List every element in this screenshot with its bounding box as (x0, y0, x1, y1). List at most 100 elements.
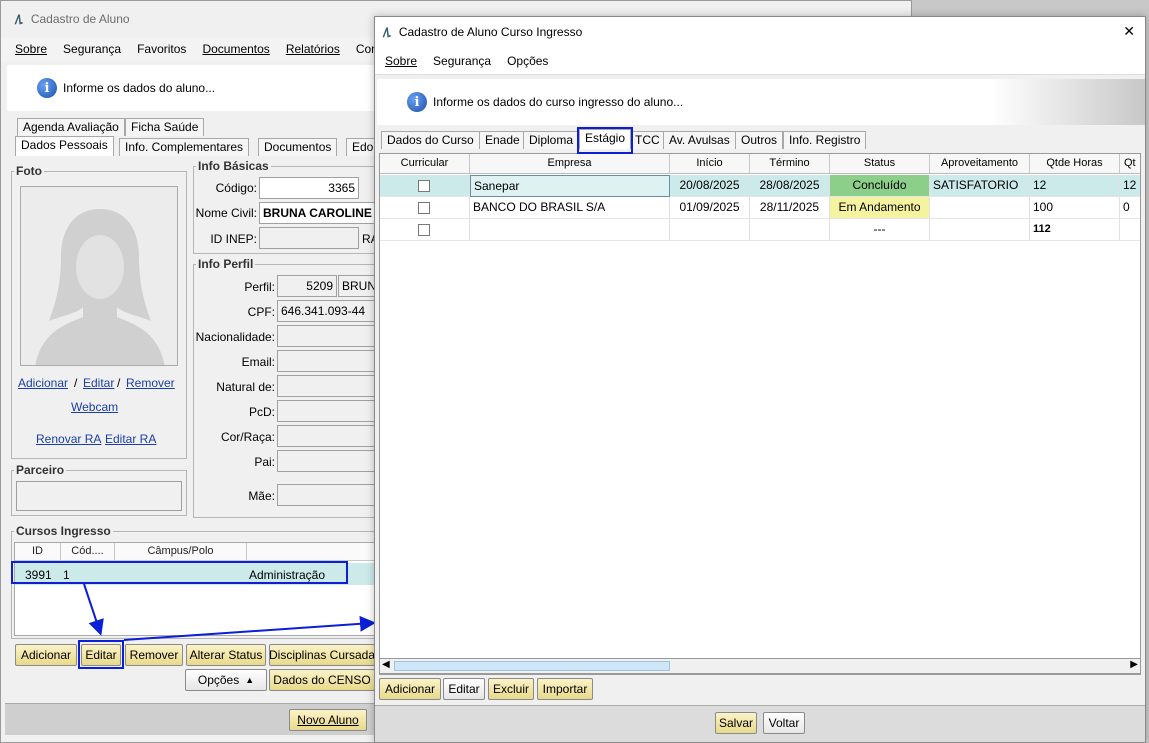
tab-tcc[interactable]: TCC (629, 131, 666, 149)
tab-outros[interactable]: Outros (735, 131, 784, 149)
menu-sobre[interactable]: Sobre (7, 42, 55, 56)
cursos-header-curso[interactable] (247, 543, 383, 561)
header-curricular[interactable]: Curricular (380, 154, 470, 174)
alterar-status-button[interactable]: Alterar Status (186, 644, 266, 666)
row1-empresa[interactable]: Sanepar (470, 175, 670, 197)
menu-seguranca[interactable]: Segurança (55, 42, 129, 56)
novo-aluno-button[interactable]: Novo Aluno (289, 709, 367, 731)
row3-termino (750, 219, 830, 241)
edit-ra-link[interactable]: Editar RA (105, 432, 156, 446)
parceiro-field[interactable] (16, 481, 182, 511)
opcoes-button[interactable]: Opções ▲ (185, 669, 267, 691)
header-aproveitamento[interactable]: Aproveitamento (930, 154, 1030, 174)
row1-curricular-cell (380, 175, 470, 197)
header-empresa[interactable]: Empresa (470, 154, 670, 174)
pcd-field[interactable] (277, 400, 379, 422)
cursos-header-id[interactable]: ID (15, 543, 61, 561)
cursos-ingresso-group: Cursos Ingresso ID Cód.... Câmpus/Polo 3… (11, 524, 384, 639)
codigo-field[interactable]: 3365 (259, 177, 359, 199)
tab-av-avulsas[interactable]: Av. Avulsas (663, 131, 736, 149)
id-inep-field[interactable] (259, 227, 359, 249)
tab-diploma[interactable]: Diploma (523, 131, 580, 149)
scroll-left-icon[interactable]: ◀ (382, 659, 390, 670)
mae-field[interactable] (277, 484, 379, 506)
table-row[interactable]: BANCO DO BRASIL S/A 01/09/2025 28/11/202… (380, 197, 1140, 219)
table-row[interactable]: Sanepar 20/08/2025 28/08/2025 Concluído … (380, 175, 1140, 197)
row3-aproveitamento (930, 219, 1030, 241)
natural-field[interactable] (277, 375, 379, 397)
front-menu-sobre[interactable]: Sobre (377, 54, 425, 68)
photo-link-separator-2: / (117, 376, 121, 390)
cor-raca-field[interactable] (277, 425, 379, 447)
tab-ficha-saude[interactable]: Ficha Saúde (125, 118, 205, 136)
main-info-bar: i Informe os dados do aluno... (7, 65, 377, 111)
tab-info-complementares[interactable]: Info. Complementares (119, 138, 250, 156)
front-menu-seguranca[interactable]: Segurança (425, 54, 499, 68)
pai-field[interactable] (277, 450, 379, 472)
front-menu-opcoes[interactable]: Opções (499, 54, 556, 68)
row3-qt (1120, 219, 1140, 241)
row3-curricular-checkbox[interactable] (418, 224, 430, 236)
photo-placeholder[interactable] (20, 186, 178, 366)
header-qtde-horas[interactable]: Qtde Horas (1030, 154, 1120, 174)
photo-link-separator: / (74, 376, 78, 390)
front-menubar: Sobre Segurança Opções (375, 47, 1145, 75)
menu-documentos[interactable]: Documentos (194, 42, 277, 56)
row2-aproveitamento (930, 197, 1030, 219)
tab-enade[interactable]: Enade (479, 131, 526, 149)
estagio-delete-button[interactable]: Excluir (488, 678, 534, 700)
edit-photo-link[interactable]: Editar (83, 376, 114, 390)
cursos-ingresso-title: Cursos Ingresso (14, 524, 113, 538)
info-icon: i (37, 78, 57, 98)
nacionalidade-field[interactable] (277, 325, 379, 347)
back-button[interactable]: Voltar (763, 712, 805, 734)
app-logo-icon: /\. (15, 11, 24, 27)
row2-curricular-checkbox[interactable] (418, 202, 430, 214)
scroll-right-icon[interactable]: ▶ (1130, 659, 1138, 670)
nome-civil-field[interactable]: BRUNA CAROLINE A (259, 202, 379, 224)
row2-empresa[interactable]: BANCO DO BRASIL S/A (470, 197, 670, 219)
horizontal-scrollbar[interactable]: ◀ ▶ (379, 658, 1141, 674)
tab-agenda-avaliacao[interactable]: Agenda Avaliação (17, 118, 125, 136)
cursos-header-cod[interactable]: Cód.... (61, 543, 115, 561)
header-termino[interactable]: Término (750, 154, 830, 174)
remove-photo-link[interactable]: Remover (126, 376, 175, 390)
scrollbar-thumb[interactable] (394, 661, 670, 671)
menu-relatorios[interactable]: Relatórios (278, 42, 348, 56)
front-info-text: Informe os dados do curso ingresso do al… (433, 95, 684, 109)
row1-horas: 12 (1030, 175, 1120, 197)
estagio-import-button[interactable]: Importar (537, 678, 593, 700)
header-qt[interactable]: Qt (1120, 154, 1140, 174)
tab-info-registro[interactable]: Info. Registro (783, 131, 867, 149)
main-window-title: Cadastro de Aluno (30, 12, 130, 26)
row1-qt: 12 (1120, 175, 1140, 197)
row3-empresa[interactable] (470, 219, 670, 241)
disciplinas-cursadas-button[interactable]: Disciplinas Cursada (269, 644, 375, 666)
cpf-field[interactable]: 646.341.093-44 (277, 300, 379, 322)
dados-censo-button[interactable]: Dados do CENSO (269, 669, 375, 691)
tab-dados-do-curso[interactable]: Dados do Curso (381, 131, 480, 149)
tab-documentos[interactable]: Documentos (258, 138, 338, 156)
cursos-header-campus[interactable]: Câmpus/Polo (115, 543, 247, 561)
row3-horas-total: 112 (1030, 219, 1120, 241)
perfil-label: Perfil: (244, 280, 275, 294)
menu-favoritos[interactable]: Favoritos (129, 42, 194, 56)
row1-curricular-checkbox[interactable] (418, 180, 430, 192)
renew-ra-link[interactable]: Renovar RA (36, 432, 101, 446)
email-field[interactable] (277, 350, 379, 372)
add-photo-link[interactable]: Adicionar (18, 376, 68, 390)
row2-inicio: 01/09/2025 (670, 197, 750, 219)
table-row[interactable]: --- 112 (380, 219, 1140, 241)
cursos-add-button[interactable]: Adicionar (15, 644, 77, 666)
perfil-code-field[interactable]: 5209 (277, 275, 337, 297)
close-icon[interactable]: ✕ (1123, 23, 1135, 40)
header-inicio[interactable]: Início (670, 154, 750, 174)
save-button[interactable]: Salvar (715, 712, 757, 734)
webcam-link[interactable]: Webcam (71, 400, 118, 414)
header-status[interactable]: Status (830, 154, 930, 174)
estagio-edit-button[interactable]: Editar (443, 678, 485, 700)
cursos-remove-button[interactable]: Remover (125, 644, 183, 666)
tab-dados-pessoais[interactable]: Dados Pessoais (15, 136, 114, 156)
estagio-add-button[interactable]: Adicionar (379, 678, 441, 700)
foto-title: Foto (14, 164, 44, 178)
